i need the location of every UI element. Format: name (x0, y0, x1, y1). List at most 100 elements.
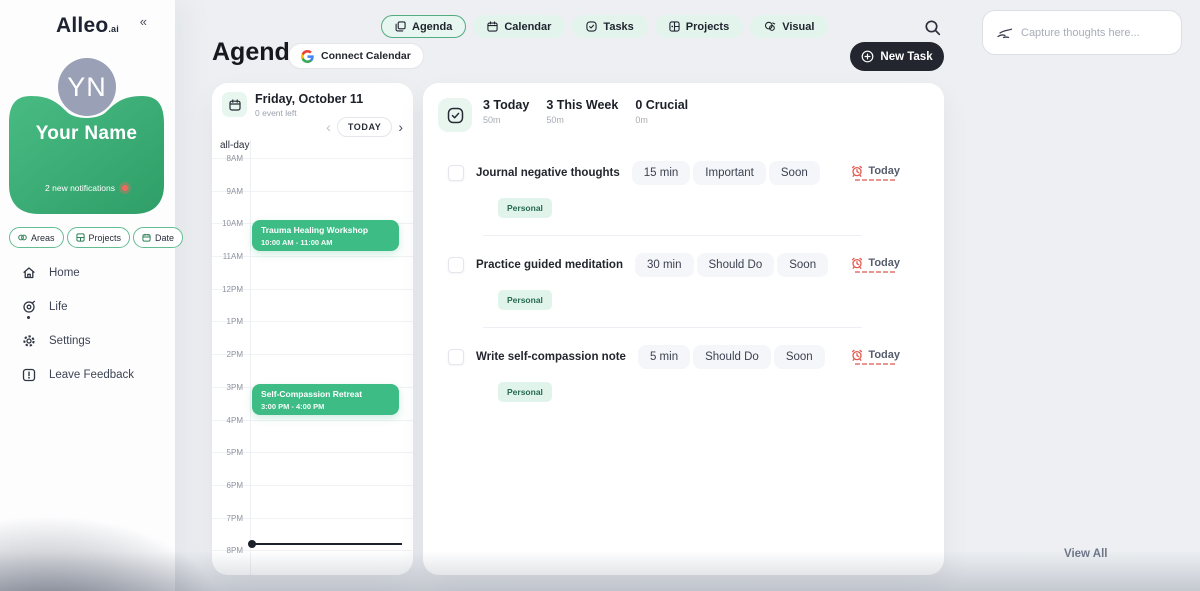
next-day-icon[interactable]: › (398, 120, 403, 134)
sidebar-menu: Home Life Settings Leave Feedback (22, 264, 134, 383)
sidebar-item-home[interactable]: Home (22, 264, 134, 281)
tab-agenda[interactable]: Agenda (381, 15, 466, 38)
scribble-pen-icon (997, 27, 1013, 39)
filter-date-button[interactable]: Date (133, 227, 183, 248)
hour-label: 9AM (212, 187, 243, 196)
tasks-panel: 3 Today 50m 3 This Week 50m 0 Crucial 0m… (423, 83, 944, 575)
task-tag-personal[interactable]: Personal (498, 382, 552, 402)
calendar-events-left: 0 event left (255, 108, 297, 118)
task-priority-chip[interactable]: Important (693, 161, 766, 185)
connect-calendar-button[interactable]: Connect Calendar (288, 43, 424, 69)
hour-label: 6PM (212, 481, 243, 490)
calendar-date-title: Friday, October 11 (255, 92, 363, 106)
avatar[interactable]: YN (58, 58, 116, 116)
task-title[interactable]: Journal negative thoughts (476, 167, 620, 179)
task-divider (483, 327, 862, 328)
sidebar-item-settings[interactable]: Settings (22, 332, 134, 349)
projects-grid-icon (669, 21, 680, 32)
notifications-link[interactable]: 2 new notifications (9, 183, 164, 193)
event-time: 3:00 PM - 4:00 PM (261, 402, 390, 411)
task-duration-chip[interactable]: 15 min (632, 161, 691, 185)
calendar-event[interactable]: Self-Compassion Retreat 3:00 PM - 4:00 P… (252, 384, 399, 415)
event-title: Trauma Healing Workshop (261, 225, 390, 235)
task-checkbox[interactable] (448, 165, 464, 181)
sidebar-item-leave-feedback[interactable]: Leave Feedback (22, 366, 134, 383)
event-title: Self-Compassion Retreat (261, 389, 390, 399)
due-underline (855, 179, 897, 181)
tab-tasks[interactable]: Tasks (572, 15, 647, 38)
hour-label: 11AM (212, 252, 243, 261)
sidebar-item-label: Settings (49, 335, 91, 347)
tab-projects[interactable]: Projects (655, 15, 743, 38)
sidebar-item-label: Home (49, 267, 80, 279)
sidebar-item-label: Life (49, 301, 68, 313)
app-logo: Alleo.ai (0, 14, 175, 38)
task-title[interactable]: Write self-compassion note (476, 351, 626, 363)
task-urgency-chip[interactable]: Soon (774, 345, 825, 369)
app-window: Alleo.ai « YN Your Name 2 new notificati… (0, 0, 1200, 591)
task-row: Journal negative thoughts 15 min Importa… (423, 153, 944, 236)
search-icon[interactable] (924, 19, 942, 37)
tab-label: Calendar (504, 21, 551, 33)
hour-label: 2PM (212, 350, 243, 359)
hour-label: 8PM (212, 546, 243, 555)
home-icon (22, 266, 36, 280)
calendar-nav: ‹ TODAY › (326, 117, 403, 137)
task-urgency-chip[interactable]: Soon (769, 161, 820, 185)
view-all-link[interactable]: View All (1064, 548, 1107, 560)
task-tag-personal[interactable]: Personal (498, 290, 552, 310)
task-due[interactable]: Today (851, 349, 900, 365)
task-due[interactable]: Today (851, 257, 900, 273)
check-square-icon (447, 107, 464, 124)
task-divider (483, 235, 862, 236)
task-row: Write self-compassion note 5 min Should … (423, 337, 944, 402)
new-task-button[interactable]: New Task (850, 42, 944, 71)
filter-areas-label: Areas (31, 233, 55, 243)
task-stats: 3 Today 50m 3 This Week 50m 0 Crucial 0m (438, 98, 705, 132)
life-target-icon (22, 300, 36, 314)
feedback-icon (22, 368, 36, 382)
task-due-label: Today (868, 165, 900, 177)
connect-calendar-label: Connect Calendar (321, 50, 411, 62)
filter-areas-button[interactable]: Areas (9, 227, 64, 248)
task-duration-chip[interactable]: 5 min (638, 345, 690, 369)
hour-label: 7PM (212, 514, 243, 523)
task-title[interactable]: Practice guided meditation (476, 259, 623, 271)
prev-day-icon[interactable]: ‹ (326, 120, 331, 134)
tasks-icon (586, 21, 597, 32)
hour-label: 5PM (212, 448, 243, 457)
alarm-clock-icon (851, 165, 863, 177)
calendar-header: Friday, October 11 0 event left ‹ TODAY … (212, 83, 413, 140)
main-nav-tabs: Agenda Calendar Tasks Projects Visual (381, 15, 828, 38)
today-button[interactable]: TODAY (337, 117, 393, 137)
collapse-sidebar-icon[interactable]: « (140, 14, 147, 29)
task-due[interactable]: Today (851, 165, 900, 181)
task-priority-chip[interactable]: Should Do (693, 345, 771, 369)
capture-thoughts-input[interactable] (1021, 27, 1167, 39)
filter-projects-button[interactable]: Projects (67, 227, 131, 248)
task-urgency-chip[interactable]: Soon (777, 253, 828, 277)
stat-sub: 50m (483, 115, 529, 125)
hour-label: 10AM (212, 219, 243, 228)
sidebar-item-life[interactable]: Life (22, 298, 134, 315)
hour-label: 3PM (212, 383, 243, 392)
plus-circle-icon (861, 50, 874, 63)
tab-label: Tasks (603, 21, 633, 33)
calendar-icon (229, 99, 241, 111)
gear-icon (22, 334, 36, 348)
task-checkbox[interactable] (448, 349, 464, 365)
tab-visual[interactable]: Visual (750, 15, 828, 38)
logo-suffix: .ai (108, 24, 119, 34)
new-task-label: New Task (880, 51, 932, 63)
stat-sub: 50m (546, 115, 618, 125)
calendar-event[interactable]: Trauma Healing Workshop 10:00 AM - 11:00… (252, 220, 399, 251)
notification-dot-icon (122, 185, 128, 191)
tab-calendar[interactable]: Calendar (473, 15, 565, 38)
task-checkbox[interactable] (448, 257, 464, 273)
hour-label: 1PM (212, 317, 243, 326)
task-duration-chip[interactable]: 30 min (635, 253, 694, 277)
task-tag-personal[interactable]: Personal (498, 198, 552, 218)
google-g-icon (301, 50, 314, 63)
capture-thoughts-box (982, 10, 1182, 55)
task-priority-chip[interactable]: Should Do (697, 253, 775, 277)
